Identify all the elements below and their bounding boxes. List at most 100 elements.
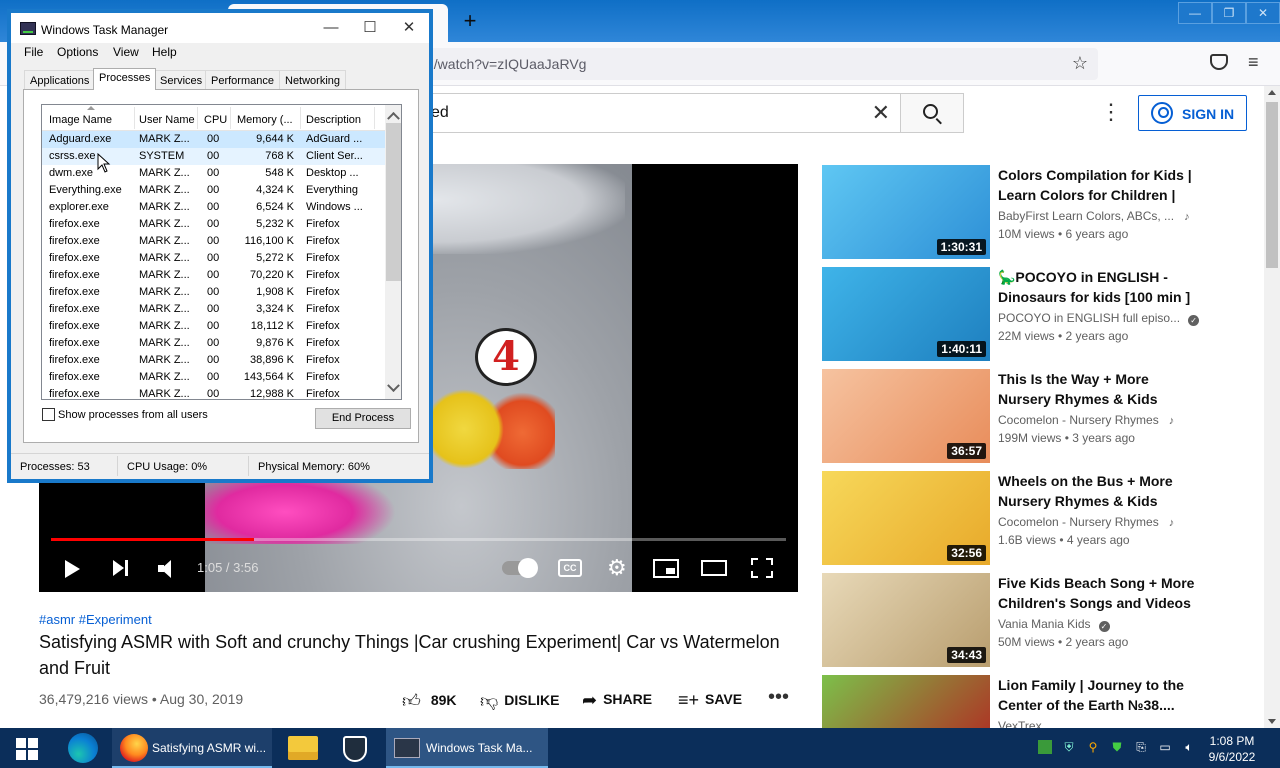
close-button[interactable]: ✕ [389,17,429,39]
process-row[interactable]: firefox.exe MARK Z... 00 3,324 K Firefox [42,301,385,318]
process-row[interactable]: dwm.exe MARK Z... 00 548 K Desktop ... [42,165,385,182]
adguard-taskbar-icon[interactable] [334,728,376,768]
recommended-video[interactable]: 32:56 Wheels on the Bus + More Nursery Rh… [822,471,1202,567]
more-options-icon[interactable]: ⋮ [1100,100,1122,124]
share-button[interactable]: ➦ SHARE [582,690,652,711]
recommended-channel[interactable]: BabyFirst Learn Colors, ABCs, ... ♪ [998,209,1190,223]
video-thumbnail[interactable]: 1:40:11 [822,267,990,361]
like-button[interactable]: 👍︎ 89K [402,690,457,712]
theater-mode-icon[interactable] [701,560,727,576]
search-tray-icon[interactable]: ⚲ [1086,740,1100,754]
new-tab-button[interactable]: + [458,8,482,34]
search-button[interactable] [900,93,964,133]
video-hashtags[interactable]: #asmr #Experiment [39,612,152,627]
autoplay-toggle[interactable] [502,558,538,578]
firefox-taskbar-button[interactable]: Satisfying ASMR wi... [112,728,272,768]
scroll-down-icon[interactable] [387,379,400,393]
dislike-button[interactable]: 👎︎ DISLIKE [480,690,560,712]
video-thumbnail[interactable]: 1:30:31 [822,165,990,259]
recommended-title[interactable]: This Is the Way + More Nursery Rhymes & … [998,369,1202,409]
process-row[interactable]: firefox.exe MARK Z... 00 143,564 K Firefox [42,369,385,386]
fullscreen-icon[interactable] [751,558,773,578]
recommended-channel[interactable]: Cocomelon - Nursery Rhymes ♪ [998,413,1174,427]
minimize-button[interactable]: — [311,17,351,39]
display-tray-icon[interactable]: ▭ [1158,740,1172,754]
menu-help[interactable]: Help [152,45,177,59]
recommended-video[interactable]: 1:30:31 Colors Compilation for Kids | Lea… [822,165,1202,261]
recommended-title[interactable]: 🦕POCOYO in ENGLISH - Dinosaurs for kids … [998,267,1202,307]
browser-minimize-button[interactable]: — [1178,2,1212,24]
file-explorer-taskbar-icon[interactable] [282,728,324,768]
settings-gear-icon[interactable]: ⚙ [607,557,627,579]
col-cpu[interactable]: CPU [204,114,227,126]
maximize-button[interactable]: ☐ [350,17,390,39]
save-button[interactable]: ≡+ SAVE [678,690,742,711]
tab-services[interactable]: Services [154,70,209,89]
network-tray-icon[interactable]: ⎘ [1134,740,1148,754]
process-list-scrollbar[interactable] [385,105,401,399]
process-row[interactable]: firefox.exe MARK Z... 00 9,876 K Firefox [42,335,385,352]
tab-performance[interactable]: Performance [205,70,280,89]
process-list[interactable]: Image Name User Name CPU Memory (... Des… [41,104,402,400]
app-tray-icon[interactable] [1038,740,1052,754]
miniplayer-icon[interactable] [653,559,679,578]
progress-bar[interactable] [51,538,786,541]
recommended-title[interactable]: Wheels on the Bus + More Nursery Rhymes … [998,471,1202,511]
recommended-video[interactable]: 36:57 This Is the Way + More Nursery Rhym… [822,369,1202,465]
video-thumbnail[interactable]: 36:57 [822,369,990,463]
edge-taskbar-icon[interactable] [62,728,104,768]
process-row[interactable]: firefox.exe MARK Z... 00 5,272 K Firefox [42,250,385,267]
start-button[interactable] [0,728,52,768]
recommended-video[interactable]: 1:40:11 🦕POCOYO in ENGLISH - Dinosaurs fo… [822,267,1202,363]
volume-icon[interactable] [158,560,178,578]
system-clock[interactable]: 1:08 PM 9/6/2022 [1206,733,1258,765]
col-description[interactable]: Description [306,114,361,126]
tab-applications[interactable]: Applications [24,70,96,89]
recommended-channel[interactable]: Cocomelon - Nursery Rhymes ♪ [998,515,1174,529]
menu-options[interactable]: Options [57,45,98,59]
task-manager-window[interactable]: Windows Task Manager — ☐ ✕ File Options … [10,12,430,480]
page-scrollbar[interactable] [1264,86,1280,728]
task-manager-titlebar[interactable]: Windows Task Manager — ☐ ✕ [11,13,429,43]
sign-in-button[interactable]: SIGN IN [1138,95,1247,131]
clear-search-icon[interactable]: ✕ [872,100,890,126]
process-row[interactable]: explorer.exe MARK Z... 00 6,524 K Windows ..… [42,199,385,216]
process-row[interactable]: Everything.exe MARK Z... 00 4,324 K Everythi… [42,182,385,199]
youtube-search-input[interactable]: ed ✕ [400,93,900,133]
browser-restore-button[interactable]: ❐ [1212,2,1246,24]
menu-view[interactable]: View [113,45,139,59]
col-image-name[interactable]: Image Name [49,114,112,126]
end-process-button[interactable]: End Process [315,408,411,429]
process-row[interactable]: firefox.exe MARK Z... 00 70,220 K Firefox [42,267,385,284]
process-row[interactable]: firefox.exe MARK Z... 00 38,896 K Firefox [42,352,385,369]
scroll-up-icon[interactable] [1268,90,1276,95]
process-row[interactable]: firefox.exe MARK Z... 00 5,232 K Firefox [42,216,385,233]
recommended-title[interactable]: Colors Compilation for Kids | Learn Colo… [998,165,1202,205]
tab-networking[interactable]: Networking [279,70,347,89]
process-row[interactable]: firefox.exe MARK Z... 00 1,908 K Firefox [42,284,385,301]
recommended-title[interactable]: Five Kids Beach Song + More Children's S… [998,573,1202,613]
process-row[interactable]: Adguard.exe MARK Z... 00 9,644 K AdGuard ... [42,131,385,148]
play-icon[interactable] [65,560,80,578]
scrollbar-thumb[interactable] [1266,102,1278,268]
checkbox-box[interactable] [42,408,55,421]
taskmgr-taskbar-button[interactable]: Windows Task Ma... [386,728,548,768]
shield-tray-icon[interactable]: ⛨ [1062,740,1076,754]
process-row[interactable]: firefox.exe MARK Z... 00 12,988 K Firefox [42,386,385,399]
browser-close-button[interactable]: ✕ [1246,2,1280,24]
show-all-users-checkbox[interactable]: Show processes from all users [42,408,208,421]
recommended-video[interactable]: 34:43 Five Kids Beach Song + More Childre… [822,573,1202,669]
scrollbar-thumb[interactable] [386,123,401,281]
video-thumbnail[interactable]: 32:56 [822,471,990,565]
process-row[interactable]: csrss.exe SYSTEM 00 768 K Client Ser... [42,148,385,165]
video-thumbnail[interactable]: 34:43 [822,573,990,667]
process-row[interactable]: firefox.exe MARK Z... 00 18,112 K Firefox [42,318,385,335]
bookmark-star-icon[interactable]: ☆ [1072,53,1088,74]
col-memory[interactable]: Memory (... [237,114,293,126]
defender-tray-icon[interactable]: ⛊ [1110,740,1124,754]
scroll-down-icon[interactable] [1268,719,1276,724]
tab-processes[interactable]: Processes [93,68,157,90]
more-actions-icon[interactable]: ••• [768,686,789,709]
pocket-icon[interactable] [1210,54,1228,70]
recommended-title[interactable]: Lion Family | Journey to the Center of t… [998,675,1202,715]
